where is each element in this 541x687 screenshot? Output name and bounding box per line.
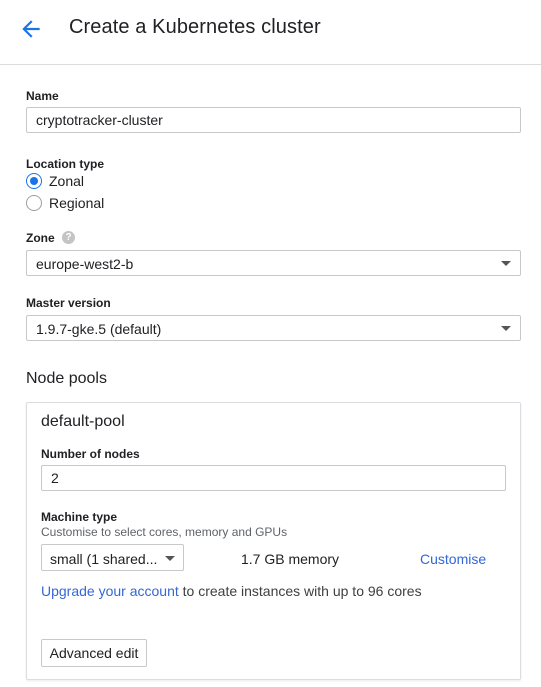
chevron-down-icon xyxy=(165,556,175,561)
machine-type-select[interactable]: small (1 shared... xyxy=(41,544,184,571)
back-button[interactable] xyxy=(18,16,44,42)
arrow-left-icon xyxy=(22,20,40,38)
upgrade-account-link[interactable]: Upgrade your account xyxy=(41,583,179,599)
customise-link[interactable]: Customise xyxy=(420,551,486,567)
chevron-down-icon xyxy=(501,261,511,266)
location-type-label: Location type xyxy=(26,157,105,171)
pool-name: default-pool xyxy=(41,413,125,430)
machine-type-value: small (1 shared... xyxy=(50,551,158,567)
master-version-select[interactable]: 1.9.7-gke.5 (default) xyxy=(26,315,521,341)
radio-label-regional: Regional xyxy=(49,195,105,211)
number-of-nodes-label: Number of nodes xyxy=(41,447,140,461)
name-input[interactable] xyxy=(26,107,521,133)
zone-select[interactable]: europe-west2-b xyxy=(26,250,521,276)
page-title: Create a Kubernetes cluster xyxy=(69,16,321,38)
machine-type-label: Machine type xyxy=(41,510,118,524)
node-pool-card: default-pool Number of nodes Machine typ… xyxy=(26,402,521,680)
chevron-down-icon xyxy=(501,326,511,331)
upgrade-text: to create instances with up to 96 cores xyxy=(178,583,422,599)
zone-select-value: europe-west2-b xyxy=(36,256,134,272)
advanced-edit-button[interactable]: Advanced edit xyxy=(41,639,147,667)
radio-label-zonal: Zonal xyxy=(49,173,85,189)
radio-button-unchecked[interactable] xyxy=(26,195,42,211)
zone-label: Zone xyxy=(26,231,55,245)
page-header: Create a Kubernetes cluster xyxy=(0,0,541,65)
radio-button-checked[interactable] xyxy=(26,173,42,189)
upgrade-line: Upgrade your account to create instances… xyxy=(41,583,422,599)
name-label: Name xyxy=(26,89,59,103)
machine-type-helper: Customise to select cores, memory and GP… xyxy=(41,525,288,539)
memory-text: 1.7 GB memory xyxy=(241,551,340,567)
number-of-nodes-input[interactable] xyxy=(41,465,506,491)
question-mark-icon[interactable]: ? xyxy=(62,231,75,244)
master-version-label: Master version xyxy=(26,296,111,310)
master-version-value: 1.9.7-gke.5 (default) xyxy=(36,321,162,337)
node-pools-title: Node pools xyxy=(26,370,107,387)
